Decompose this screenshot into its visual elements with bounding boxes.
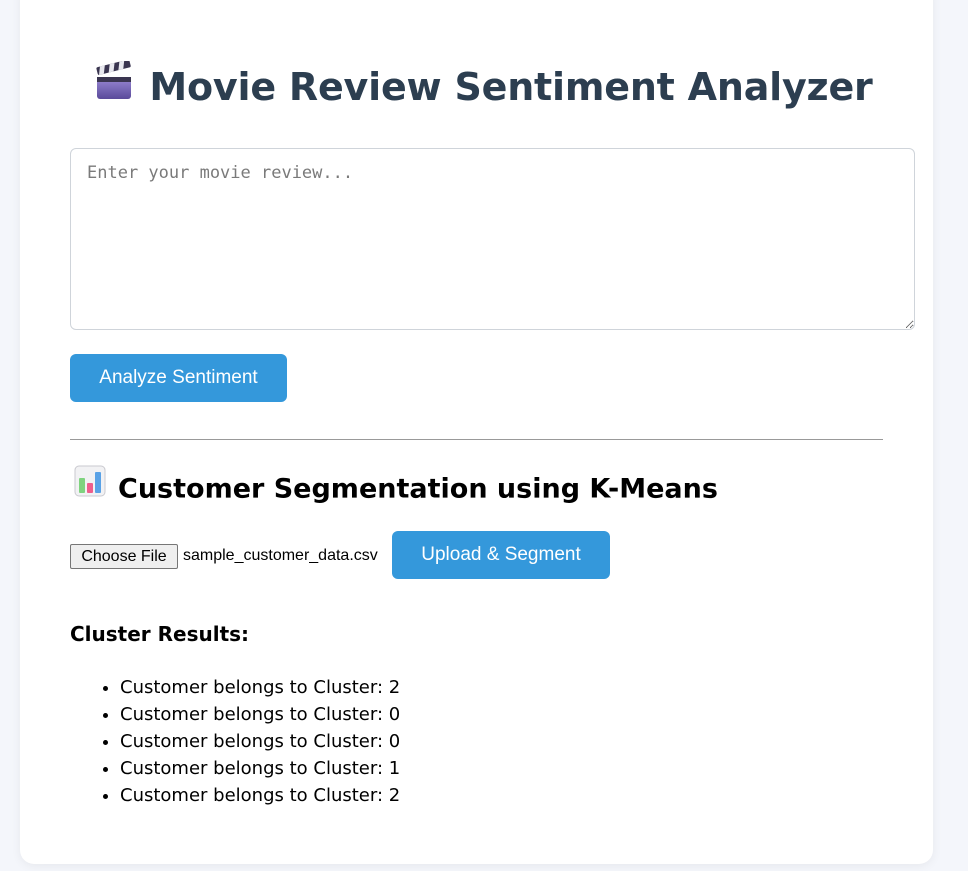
upload-segment-button[interactable]: Upload & Segment [392,531,610,579]
clapperboard-icon [95,59,133,111]
review-textarea[interactable] [70,148,915,330]
page-title-text: Movie Review Sentiment Analyzer [149,65,873,109]
cluster-results-title: Cluster Results: [70,622,250,646]
choose-file-button[interactable]: Choose File [70,544,178,569]
list-item: Customer belongs to Cluster: 0 [120,728,400,755]
segmentation-title: Customer Segmentation using K-Means [74,465,718,512]
list-item: Customer belongs to Cluster: 2 [120,674,400,701]
cluster-results-list: Customer belongs to Cluster: 2 Customer … [80,674,400,809]
list-item: Customer belongs to Cluster: 1 [120,755,400,782]
bar-chart-icon [74,465,106,509]
section-divider [70,439,883,440]
page-title: Movie Review Sentiment Analyzer [0,59,968,115]
analyze-sentiment-button[interactable]: Analyze Sentiment [70,354,287,402]
list-item: Customer belongs to Cluster: 0 [120,701,400,728]
selected-file-name: sample_customer_data.csv [183,547,378,564]
segmentation-title-text: Customer Segmentation using K-Means [118,473,718,505]
list-item: Customer belongs to Cluster: 2 [120,782,400,809]
